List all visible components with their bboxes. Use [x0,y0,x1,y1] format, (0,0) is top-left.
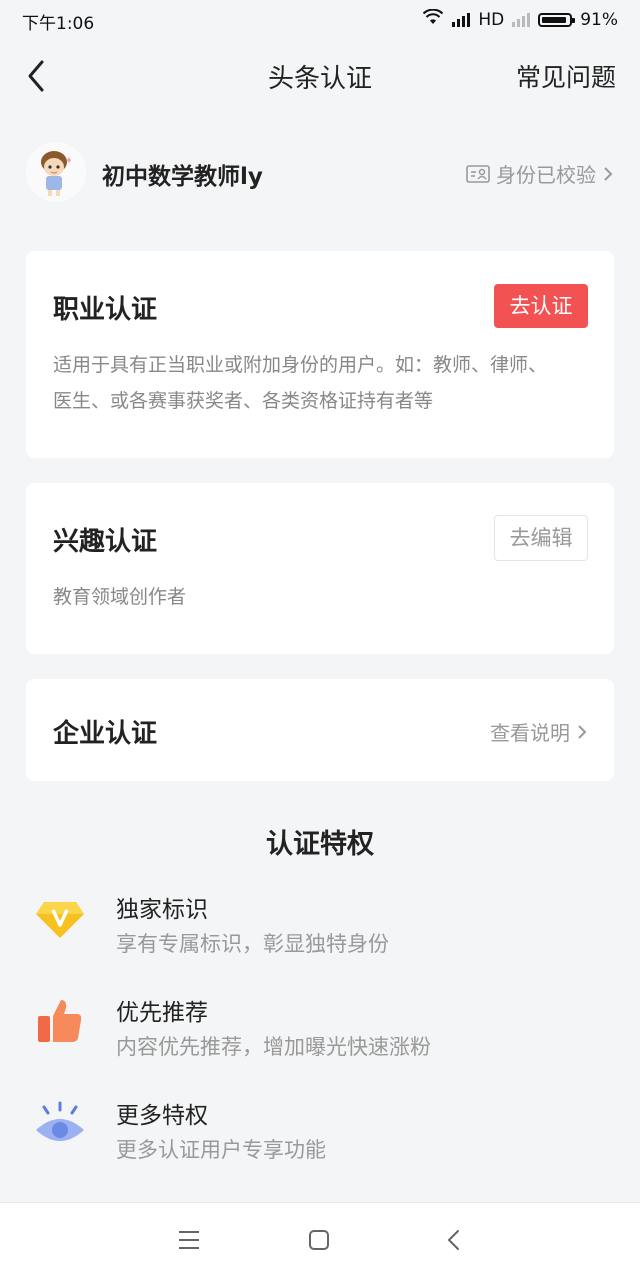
battery-fill [542,16,567,23]
chevron-left-icon [447,1230,459,1250]
interest-cert-title: 兴趣认证 [53,527,158,557]
identity-status-link[interactable]: 身份已校验 [466,159,614,188]
menu-icon [179,1231,199,1249]
privilege-subtitle-3: 更多认证用户专享功能 [116,1138,326,1162]
home-button[interactable] [308,1229,330,1251]
chevron-right-icon [578,724,587,739]
square-icon [309,1230,329,1250]
status-indicators: HD 91% [422,8,618,30]
privilege-title-3: 更多特权 [116,1103,208,1129]
faq-link[interactable]: 常见问题 [516,58,616,94]
wifi-icon [422,8,444,30]
privilege-title-1: 独家标识 [116,897,208,923]
privilege-title-2: 优先推荐 [116,1000,208,1026]
interest-cert-desc: 教育领域创作者 [53,586,187,608]
status-time: 下午1:06 [22,14,95,34]
username: 初中数学教师ly [102,164,263,190]
privileges-heading: 认证特权 [266,829,374,860]
interest-cert-card: 兴趣认证 去编辑 教育领域创作者 [26,483,614,654]
privilege-subtitle-2: 内容优先推荐，增加曝光快速涨粉 [116,1035,431,1059]
view-instructions-label: 查看说明 [490,721,570,745]
enterprise-cert-card[interactable]: 企业认证 查看说明 [26,679,614,781]
battery-icon [538,12,576,27]
go-certify-button[interactable]: 去认证 [494,284,588,328]
enterprise-cert-title: 企业认证 [53,719,158,749]
career-cert-desc-line1: 适用于具有正当职业或附加身份的用户。如：教师、律师、 [53,354,548,376]
chevron-right-icon [604,166,613,181]
signal-2-icon [512,12,531,27]
identity-status-label: 身份已校验 [496,163,596,187]
diamond-v-icon [34,892,86,944]
eye-icon [34,1100,86,1152]
career-cert-title: 职业认证 [53,295,158,325]
avatar[interactable] [26,142,86,202]
status-bar: 下午1:06 HD 91% [0,0,640,40]
battery-percent: 91% [580,9,618,30]
career-cert-desc-line2: 医生、或各赛事获奖者、各类资格证持有者等 [53,390,434,412]
privilege-subtitle-1: 享有专属标识，彰显独特身份 [116,932,389,956]
menu-button[interactable] [176,1229,202,1251]
thumbs-up-icon [34,996,86,1048]
system-back-button[interactable] [444,1228,464,1252]
network-type: HD [478,9,505,30]
career-cert-card: 职业认证 去认证 适用于具有正当职业或附加身份的用户。如：教师、律师、 医生、或… [26,251,614,458]
go-edit-button[interactable]: 去编辑 [494,515,588,561]
id-card-icon [466,164,490,183]
view-instructions-link[interactable]: 查看说明 [490,717,588,746]
signal-icon [452,12,471,27]
